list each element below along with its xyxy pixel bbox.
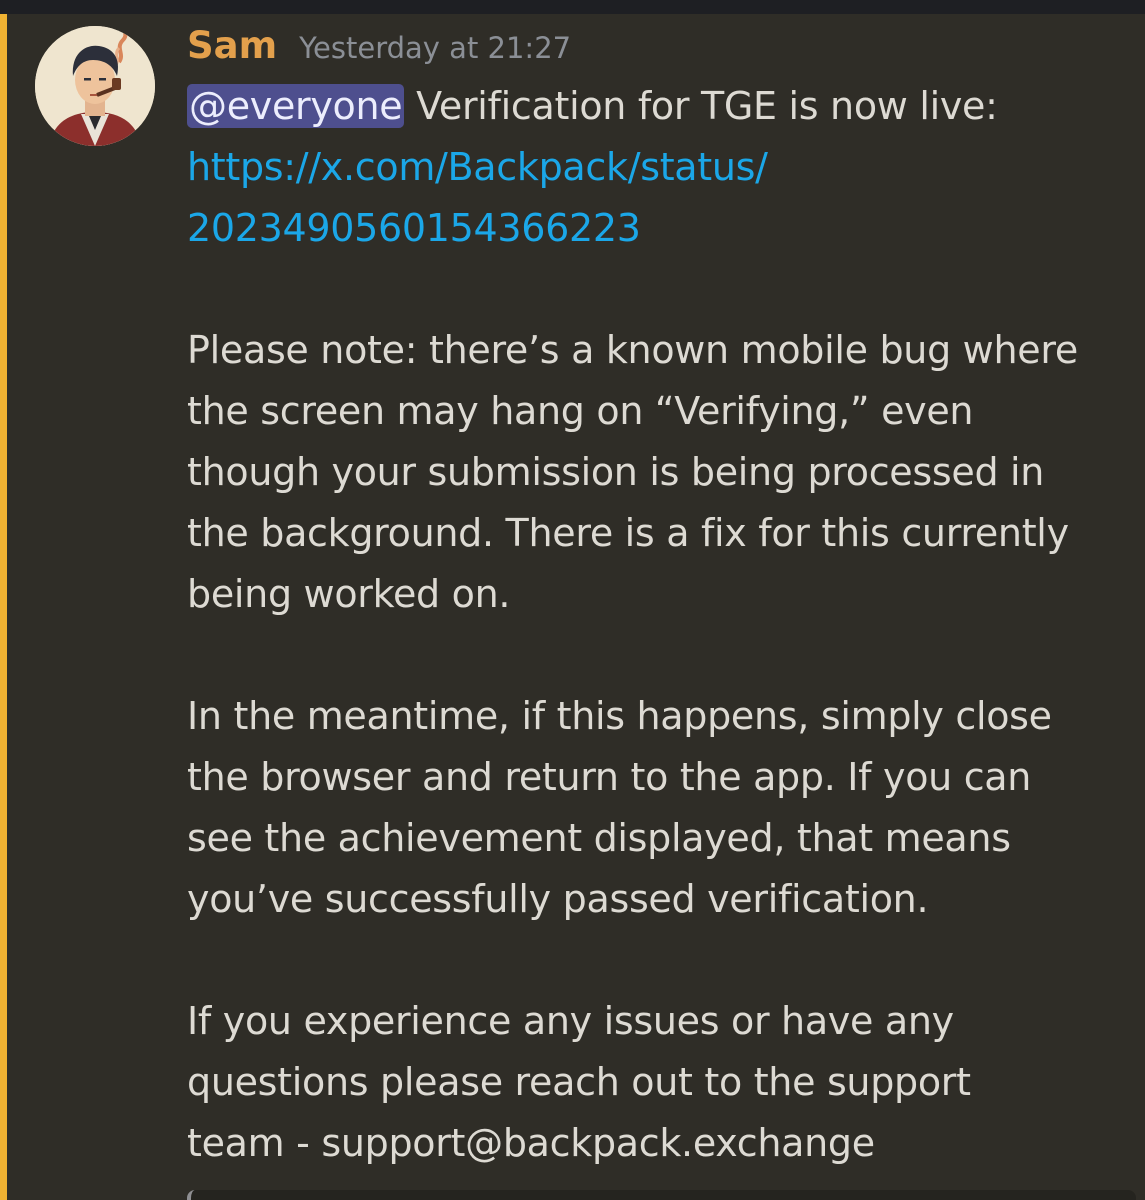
- intro-text: Verification for TGE is now live:: [416, 84, 998, 128]
- everyone-mention[interactable]: @everyone: [187, 84, 405, 128]
- paragraph1-line: being worked on.: [187, 572, 511, 616]
- intro-line: @everyone Verification for TGE is now li…: [187, 76, 1127, 137]
- status-link-line1[interactable]: https://x.com/Backpack/status/: [187, 137, 1127, 198]
- message-timestamp[interactable]: Yesterday at 21:27: [299, 31, 571, 65]
- paragraph3-line: team - support@backpack.exchange: [187, 1121, 875, 1165]
- paragraph2-line: you’ve successfully passed verification.: [187, 877, 929, 921]
- paragraph2-line: In the meantime, if this happens, simply…: [187, 694, 1052, 738]
- chat-message: Sam Yesterday at 21:27 @everyone Verifica…: [7, 14, 1145, 1200]
- paragraph1-line: the background. There is a fix for this …: [187, 511, 1069, 555]
- paragraph1-line: though your submission is being processe…: [187, 450, 1045, 494]
- avatar-illustration-icon: [35, 26, 155, 146]
- paragraph1-line: Please note: there’s a known mobile bug …: [187, 328, 1078, 372]
- user-avatar[interactable]: [35, 26, 155, 146]
- status-link-line2[interactable]: 2023490560154366223: [187, 198, 1127, 259]
- paragraph2-line: see the achievement displayed, that mean…: [187, 816, 1011, 860]
- paragraph2-line: the browser and return to the app. If yo…: [187, 755, 1032, 799]
- mention-highlight-bar: [0, 14, 7, 1200]
- paragraph1-line: the screen may hang on “Verifying,” even: [187, 389, 974, 433]
- channel-top-strip: [0, 0, 1145, 14]
- paragraph3-line: questions please reach out to the suppor…: [187, 1060, 971, 1104]
- link-embed-preview[interactable]: [187, 1190, 1136, 1200]
- author-username[interactable]: Sam: [187, 24, 277, 67]
- paragraph3-line: If you experience any issues or have any: [187, 999, 954, 1043]
- message-header: Sam Yesterday at 21:27: [187, 24, 571, 72]
- message-content: @everyone Verification for TGE is now li…: [187, 76, 1127, 1174]
